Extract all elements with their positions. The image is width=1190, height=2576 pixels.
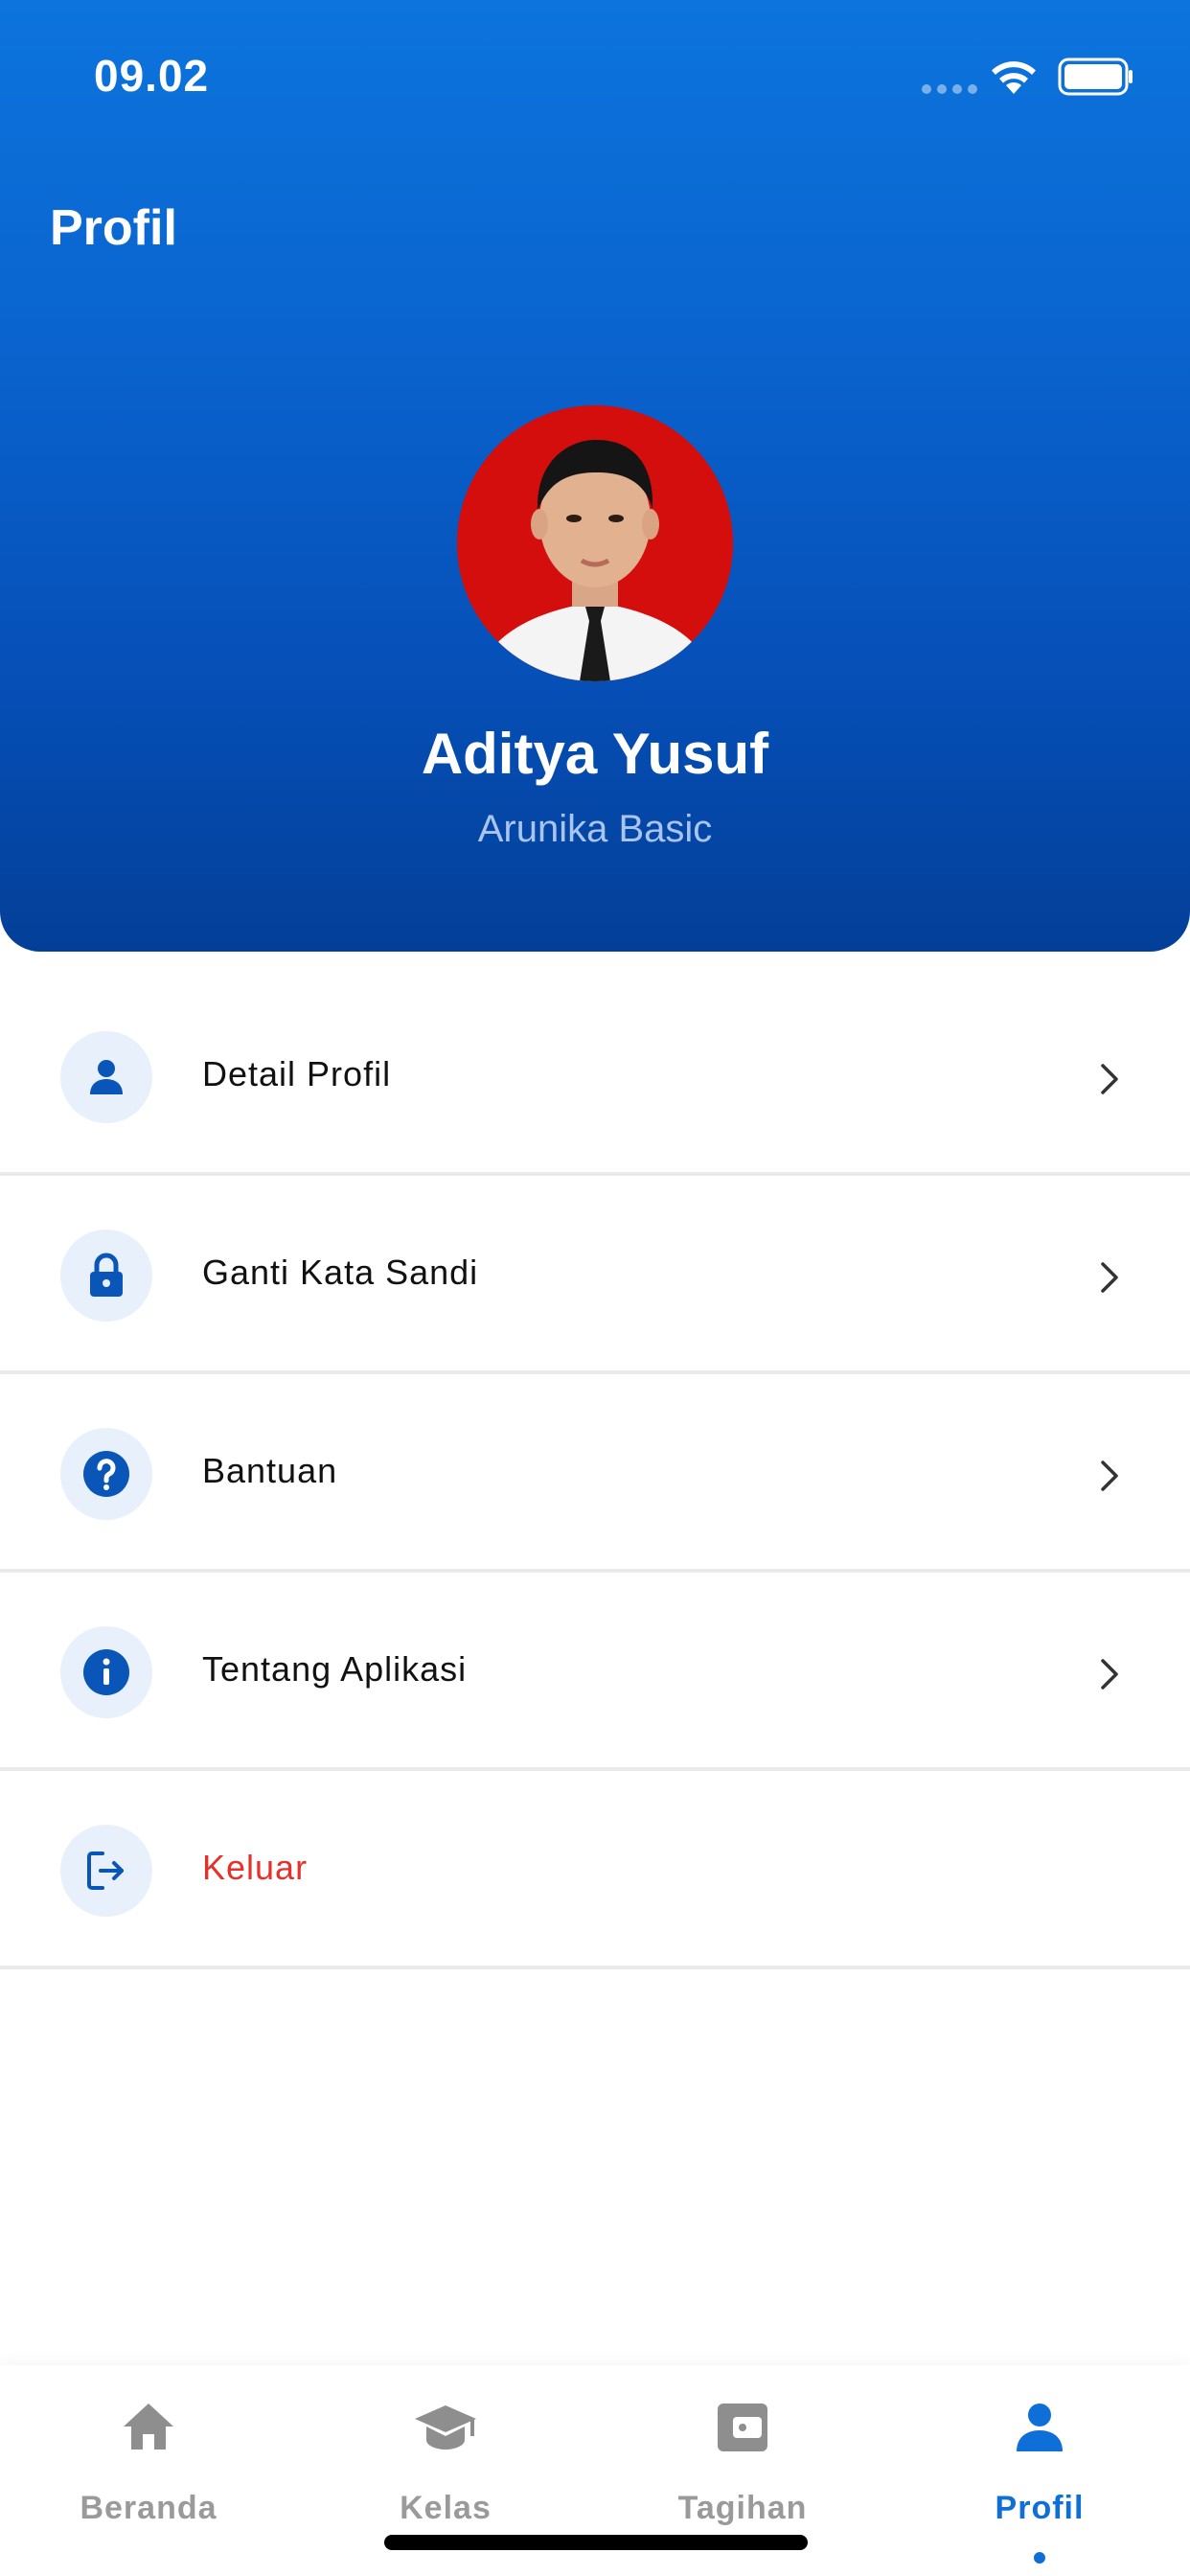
nav-label: Tagihan: [677, 2490, 808, 2526]
page-title: Profil: [50, 200, 177, 256]
menu-item-label: Tentang Aplikasi: [202, 1649, 468, 1689]
person-icon: [60, 1031, 152, 1123]
chevron-right-icon: [1101, 1659, 1118, 1690]
home-icon: [124, 2404, 173, 2450]
nav-label: Beranda: [80, 2490, 217, 2526]
menu-item-ganti-kata-sandi[interactable]: Ganti Kata Sandi: [0, 1176, 1190, 1374]
nav-item-beranda[interactable]: Beranda: [0, 2365, 297, 2576]
battery-icon: [1058, 58, 1133, 96]
chevron-right-icon: [1101, 1460, 1118, 1491]
user-name: Aditya Yusuf: [421, 722, 769, 786]
profile-header: 09.02 Profil Aditya Yusuf Arunika Basic: [0, 0, 1190, 952]
menu-item-tentang-aplikasi[interactable]: Tentang Aplikasi: [0, 1573, 1190, 1771]
lock-icon: [60, 1230, 152, 1322]
cellular-signal-icon: [922, 84, 977, 94]
wifi-icon: [992, 61, 1036, 94]
person-icon: [1017, 2404, 1063, 2451]
nav-label: Profil: [995, 2490, 1085, 2526]
profile-menu: Detail Profil Ganti Kata Sandi Bantuan T…: [0, 978, 1190, 1969]
menu-item-label: Ganti Kata Sandi: [202, 1253, 479, 1292]
menu-item-label: Bantuan: [202, 1451, 338, 1490]
home-indicator[interactable]: [384, 2535, 808, 2550]
info-circle-icon: [60, 1626, 152, 1718]
user-plan: Arunika Basic: [477, 808, 713, 850]
chevron-right-icon: [1101, 1262, 1118, 1293]
nav-label: Kelas: [400, 2490, 492, 2526]
logout-label: Keluar: [202, 1848, 309, 1887]
logout-icon: [60, 1825, 152, 1917]
menu-item-bantuan[interactable]: Bantuan: [0, 1374, 1190, 1573]
graduation-cap-icon: [415, 2405, 476, 2450]
nav-item-profil[interactable]: Profil: [891, 2365, 1188, 2576]
question-circle-icon: [60, 1428, 152, 1520]
wallet-icon: [718, 2404, 767, 2451]
menu-item-keluar[interactable]: Keluar: [0, 1771, 1190, 1969]
avatar[interactable]: [457, 405, 733, 681]
profile-screen: 09.02 Profil Aditya Yusuf Arunika Basic …: [0, 0, 1190, 2576]
menu-item-detail-profil[interactable]: Detail Profil: [0, 978, 1190, 1176]
status-time: 09.02: [94, 51, 210, 101]
avatar-photo: [457, 405, 733, 681]
active-indicator-dot: [1034, 2552, 1045, 2564]
chevron-right-icon: [1101, 1064, 1118, 1094]
menu-item-label: Detail Profil: [202, 1054, 392, 1093]
